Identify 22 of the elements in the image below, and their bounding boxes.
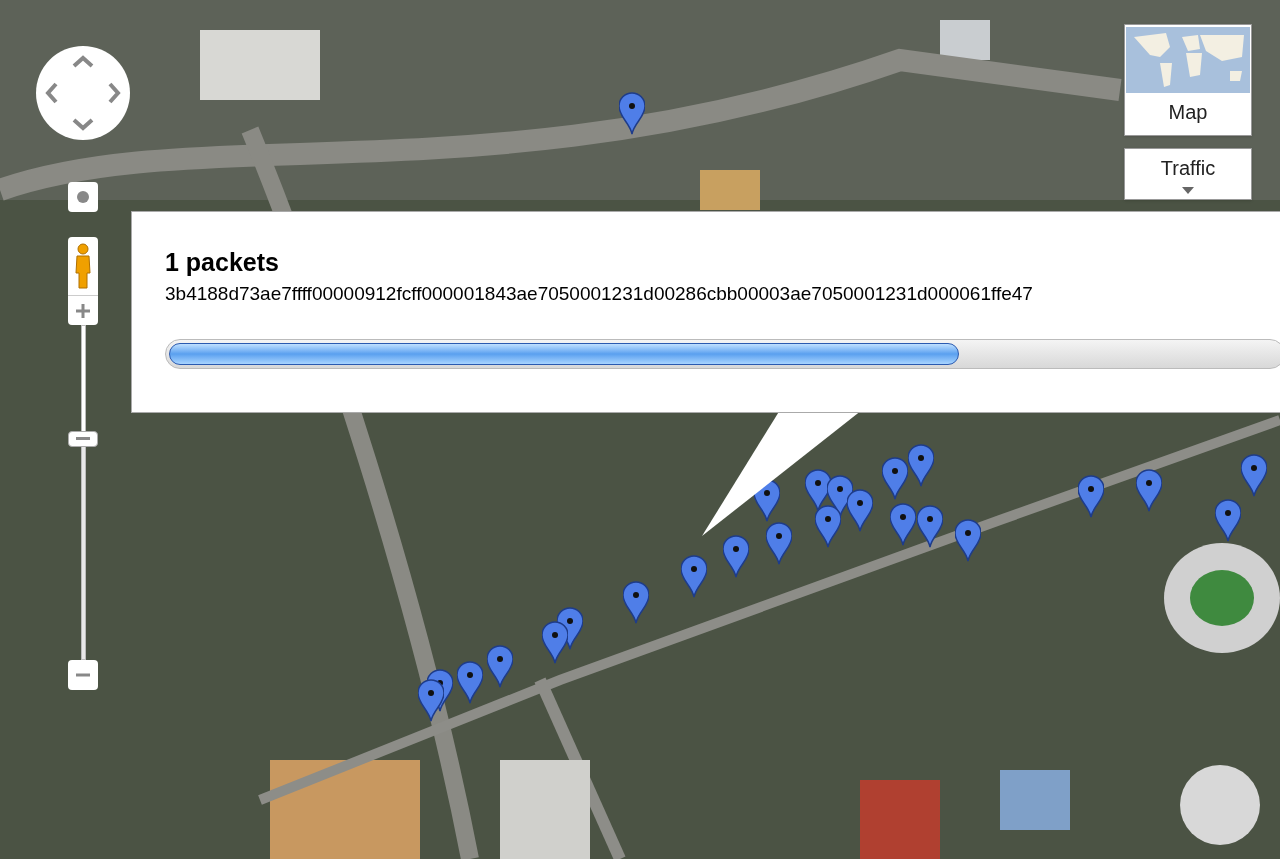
street-view-pegman[interactable] [68, 237, 98, 295]
zoom-in-button[interactable] [68, 295, 98, 325]
plus-icon [75, 302, 91, 319]
horizontal-scrollbar[interactable] [165, 338, 1280, 369]
packet-data-text: 3b4188d73ae7ffff00000912fcff000001843ae7050001231d00286cbb00003ae7050001231d000061ffe47 [165, 282, 1034, 307]
building-roof [940, 20, 990, 60]
scrollbar-thumb[interactable] [169, 342, 959, 365]
person-icon [74, 243, 92, 289]
zoom-out-button[interactable] [68, 660, 98, 690]
caret-icon [1182, 187, 1194, 195]
dot-icon [77, 191, 89, 203]
dirt-lot [700, 170, 760, 210]
building-roof [1000, 770, 1070, 830]
map-type-button[interactable]: Map [1124, 24, 1252, 136]
world-map-icon [1126, 27, 1250, 93]
traffic-dropdown-button[interactable]: Traffic [1124, 148, 1252, 200]
reset-view-button[interactable] [68, 182, 98, 212]
map-background[interactable]: Map Traffic 1 packets 3b4188d73ae7ffff00000912fcff000001843ae7050001231d00286cbb00003ae7050001231d000061ffe47 [0, 0, 1280, 859]
info-title: 1 packets [165, 247, 280, 278]
zoom-slider[interactable] [68, 325, 98, 660]
zoom-thumb[interactable] [68, 430, 98, 447]
pan-arrows-icon [44, 54, 122, 132]
